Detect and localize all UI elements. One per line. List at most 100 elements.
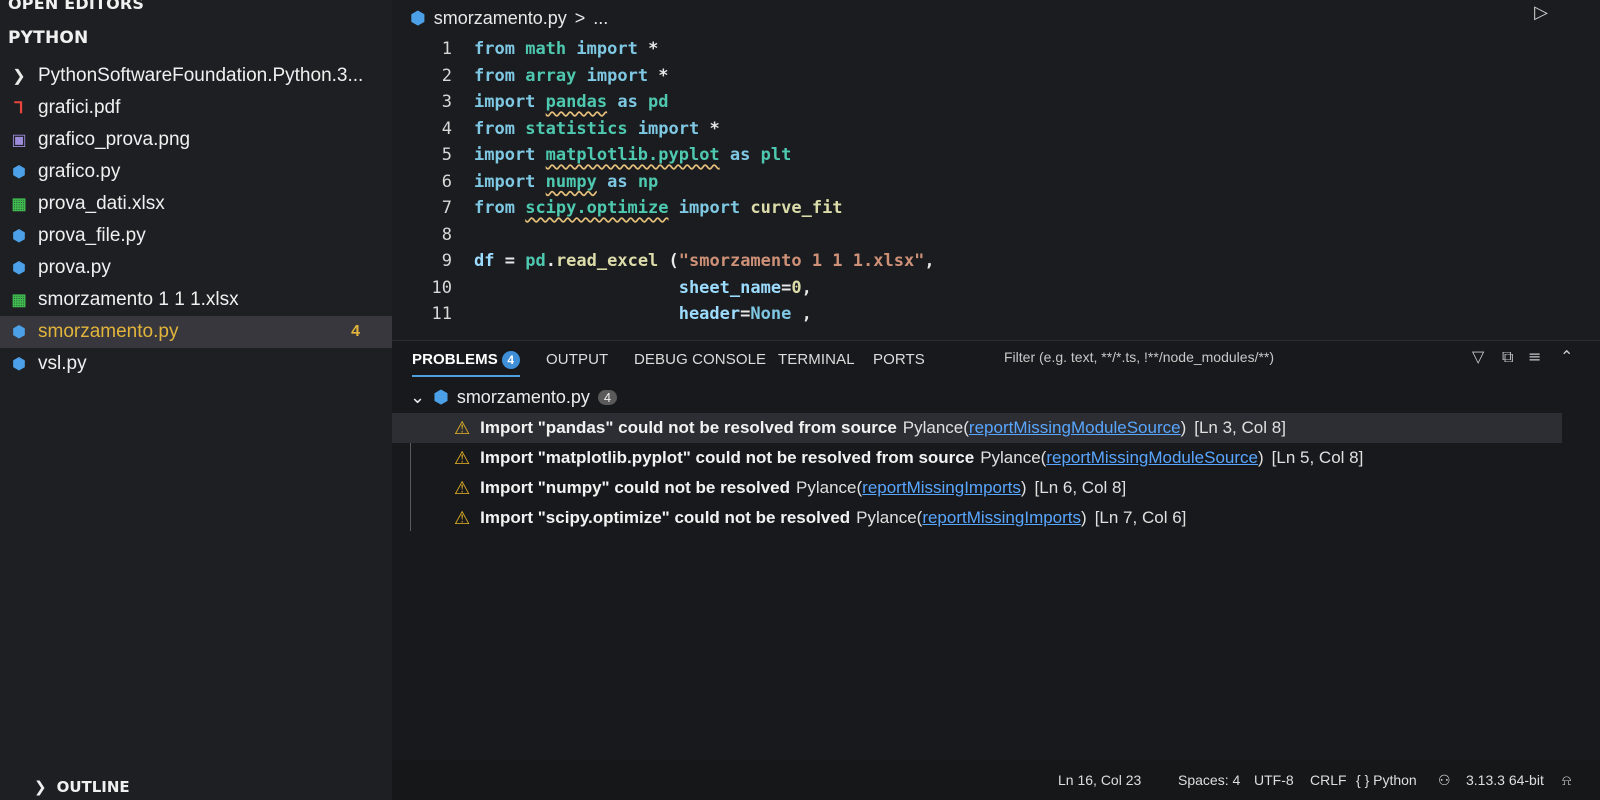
breadcrumb-file[interactable]: smorzamento.py: [434, 8, 567, 29]
code-token: pandas: [545, 92, 608, 112]
line-number: 8: [441, 224, 452, 245]
file-item[interactable]: ⬢ prova.py: [0, 252, 392, 284]
code-token: np: [637, 171, 659, 192]
python-interpreter[interactable]: 3.13.3 64-bit: [1466, 772, 1544, 788]
open-editors-header[interactable]: OPEN EDITORS: [8, 0, 144, 13]
python-icon: ⬢: [12, 164, 26, 181]
code-token: pd: [525, 251, 546, 271]
view-as-list-icon[interactable]: ≡: [1528, 347, 1541, 366]
file-item[interactable]: ⬢ grafico.py: [0, 156, 392, 188]
code-text: import pandas as pd: [474, 92, 669, 112]
file-item[interactable]: ❯ PythonSoftwareFoundation.Python.3...: [0, 60, 392, 92]
line-number: 10: [431, 277, 452, 298]
code-token: import: [474, 171, 536, 192]
warning-icon: ⚠: [454, 477, 471, 498]
file-item-label: smorzamento.py: [38, 321, 179, 342]
code-line[interactable]: 3 import pandas as pd: [392, 89, 669, 115]
python-icon: ⬢: [433, 387, 449, 407]
code-text: header=None ,: [474, 304, 812, 324]
file-item[interactable]: ▣ grafico_prova.png: [0, 124, 392, 156]
code-token: =: [494, 251, 526, 271]
code-line[interactable]: 10 sheet_name=0,: [392, 275, 812, 301]
code-line[interactable]: 5 import matplotlib.pyplot as plt: [392, 142, 792, 168]
problem-item[interactable]: ⚠ Import "matplotlib.pyplot" could not be…: [392, 443, 1562, 473]
file-item[interactable]: ⅂ grafici.pdf: [0, 92, 392, 124]
copilot-icon[interactable]: ⚇: [1438, 772, 1451, 789]
problem-code-link[interactable]: reportMissingModuleSource: [969, 418, 1181, 438]
code-line[interactable]: 2 from array import *: [392, 63, 669, 89]
code-token: import: [637, 118, 700, 139]
tab-ports[interactable]: PORTS: [873, 351, 925, 368]
code-token: pd: [648, 92, 669, 112]
outline-section[interactable]: ❯ OUTLINE: [34, 778, 130, 796]
code-token: scipy.optimize: [525, 198, 669, 218]
copy-icon[interactable]: ⧉: [1502, 347, 1513, 367]
problem-code-link[interactable]: reportMissingImports: [862, 478, 1021, 498]
problem-item[interactable]: ⚠ Import "numpy" could not be resolved Pyl…: [392, 473, 1562, 503]
tab-problems[interactable]: PROBLEMS 4: [412, 351, 520, 377]
outline-label: OUTLINE: [56, 778, 130, 796]
problem-location: [Ln 5, Col 8]: [1271, 448, 1364, 467]
problem-source-close: ): [1180, 418, 1187, 437]
problem-item[interactable]: ⚠ Import "pandas" could not be resolved f…: [392, 413, 1562, 443]
file-item[interactable]: ⬢ smorzamento.py 4: [0, 316, 392, 348]
warning-icon: ⚠: [454, 417, 471, 438]
code-line[interactable]: 6 import numpy as np: [392, 169, 659, 195]
end-of-line[interactable]: CRLF: [1310, 772, 1347, 788]
line-number: 5: [441, 145, 452, 165]
tab-output[interactable]: OUTPUT: [546, 351, 608, 368]
file-item-label: prova_file.py: [38, 225, 146, 246]
problems-count-badge: 4: [501, 351, 520, 369]
file-item-label: grafico_prova.png: [38, 129, 191, 150]
problem-file-group[interactable]: ⌄ ⬢ smorzamento.py 4: [410, 387, 618, 408]
image-icon: ▣: [11, 132, 27, 149]
file-item-label: PythonSoftwareFoundation.Python.3...: [38, 65, 364, 86]
tab-terminal[interactable]: TERMINAL: [778, 351, 855, 368]
problem-code-link[interactable]: reportMissingImports: [922, 508, 1081, 528]
bell-icon[interactable]: ⍾: [1562, 772, 1571, 789]
encoding[interactable]: UTF-8: [1254, 772, 1294, 788]
problem-code-link[interactable]: reportMissingModuleSource: [1046, 448, 1258, 468]
file-item[interactable]: ▦ prova_dati.xlsx: [0, 188, 392, 220]
filter-icon[interactable]: ▽: [1472, 347, 1484, 366]
code-line[interactable]: 7 from scipy.optimize import curve_fit: [392, 195, 843, 221]
code-token: .: [545, 251, 556, 271]
code-line[interactable]: 9 df = pd.read_excel ("smorzamento 1 1 1.…: [392, 248, 935, 274]
line-number: 1: [441, 39, 452, 59]
python-section-header[interactable]: PYTHON: [8, 28, 88, 48]
problems-filter-input[interactable]: Filter (e.g. text, **/*.ts, !**/node_mod…: [1004, 349, 1274, 365]
file-item[interactable]: ⬢ vsl.py: [0, 348, 392, 380]
pdf-icon: ⅂: [14, 100, 24, 117]
breadcrumb-more[interactable]: ...: [593, 8, 608, 29]
indentation[interactable]: Spaces: 4: [1178, 772, 1240, 788]
file-item[interactable]: ▦ smorzamento 1 1 1.xlsx: [0, 284, 392, 316]
code-token: as: [719, 145, 761, 165]
run-icon[interactable]: ▷: [1534, 2, 1548, 23]
code-editor[interactable]: ⬢ smorzamento.py > ... ▷ 1 from math impo…: [392, 0, 1600, 340]
problem-location: [Ln 7, Col 6]: [1094, 508, 1187, 527]
code-line[interactable]: 1 from math import *: [392, 36, 659, 62]
language-mode[interactable]: { } Python: [1356, 772, 1417, 788]
code-line[interactable]: 4 from statistics import *: [392, 116, 720, 142]
python-icon: ⬢: [12, 324, 26, 341]
code-text: from statistics import *: [474, 119, 720, 139]
line-number: 2: [441, 65, 452, 86]
code-token: as: [607, 92, 649, 112]
code-line[interactable]: 8: [392, 222, 474, 248]
cursor-position[interactable]: Ln 16, Col 23: [1058, 772, 1141, 788]
code-token: ,: [791, 304, 812, 324]
tab-debug-console[interactable]: DEBUG CONSOLE: [634, 351, 766, 368]
problem-item[interactable]: ⚠ Import "scipy.optimize" could not be re…: [392, 503, 1562, 533]
excel-icon: ▦: [11, 196, 27, 213]
file-item[interactable]: ⬢ prova_file.py: [0, 220, 392, 252]
problem-source: Pylance(: [902, 418, 969, 437]
code-line[interactable]: 11 header=None ,: [392, 301, 812, 327]
chevron-up-icon[interactable]: ⌃: [1560, 347, 1573, 366]
